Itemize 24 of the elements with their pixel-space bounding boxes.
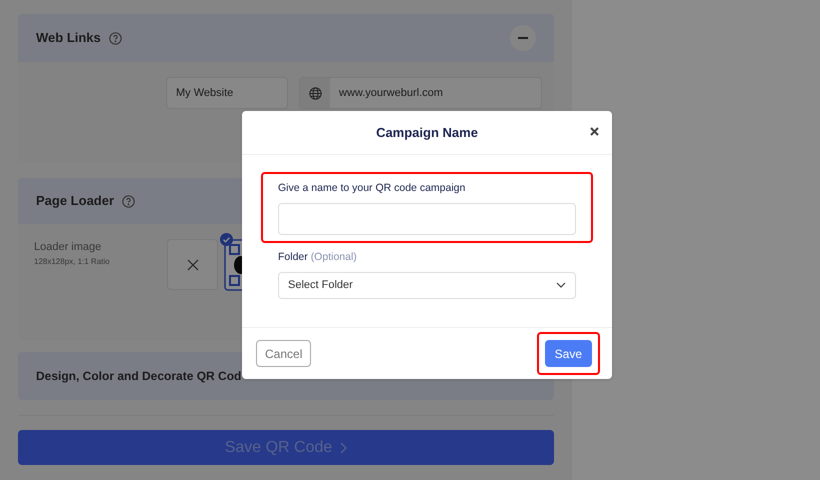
field-label: Give a name to your QR code campaign xyxy=(278,181,466,196)
dialog-title: Campaign Name xyxy=(376,124,478,142)
chevron-down-icon xyxy=(556,282,566,288)
chevron-right-icon xyxy=(340,442,348,454)
campaign-name-field[interactable] xyxy=(278,202,576,235)
optional-hint: (Optional) xyxy=(310,251,357,263)
section-title: Page Loader xyxy=(36,192,114,210)
folder-select[interactable]: Select Folder xyxy=(278,272,576,299)
section-title: Web Links xyxy=(36,29,101,48)
globe-icon xyxy=(308,86,322,100)
collapse-button[interactable] xyxy=(510,25,536,51)
url-field[interactable]: www.yourweburl.com xyxy=(299,77,542,109)
close-icon[interactable] xyxy=(590,127,599,136)
section-title: Design, Color and Decorate QR Cod xyxy=(36,368,242,385)
help-icon[interactable] xyxy=(108,32,122,44)
field-label: Loader image xyxy=(34,240,102,255)
minus-icon xyxy=(518,37,528,39)
cancel-button[interactable]: Cancel xyxy=(256,340,312,367)
save-button[interactable]: Save xyxy=(544,340,592,367)
link-name-field[interactable]: My Website xyxy=(166,77,288,109)
field-hint: 128x128px, 1:1 Ratio xyxy=(34,256,111,268)
field-label: Folder xyxy=(278,251,308,263)
help-icon[interactable] xyxy=(122,194,136,208)
close-icon xyxy=(186,258,198,270)
